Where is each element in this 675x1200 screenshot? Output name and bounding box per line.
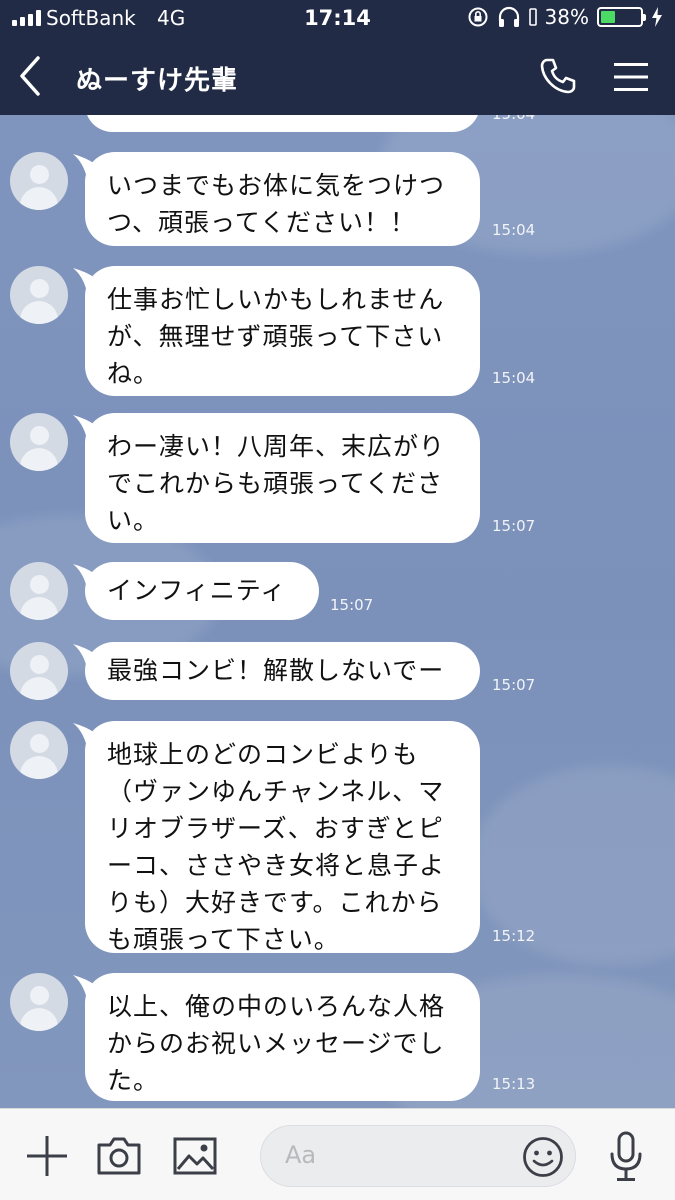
message-line: も頑張って下さい。	[107, 925, 340, 954]
top-bar: SoftBank 4G 17:14 38% ぬーすけ先輩	[0, 0, 675, 115]
avatar[interactable]	[10, 721, 68, 779]
message-line: （ヴァンゆんチャンネル、マ	[107, 777, 445, 806]
chat-title: ぬーすけ先輩	[76, 66, 239, 96]
message-time: 15:07	[492, 676, 536, 694]
message-time: 15:04	[492, 369, 536, 387]
message-line: りも）大好きです。これから	[107, 888, 443, 917]
message-time: 15:04	[492, 115, 535, 123]
message-time: 15:12	[492, 927, 536, 945]
bubble-tail	[73, 154, 107, 178]
message-time: 15:07	[492, 517, 536, 535]
message-bubble[interactable]: 最強コンビ！解散しないでー	[73, 642, 480, 700]
message-bubble[interactable]	[85, 115, 480, 132]
message-line: 仕事お忙しいかもしれません	[107, 285, 445, 314]
avatar[interactable]	[10, 413, 68, 471]
message-line: インフィニティ	[107, 576, 287, 605]
microphone-icon[interactable]	[608, 1131, 644, 1183]
message-line: 地球上のどのコンビよりも	[107, 740, 419, 769]
message-line: リオブラザーズ、おすぎとピ	[107, 814, 444, 843]
message-time: 15:07	[330, 596, 374, 614]
message-line: が、無理せず頑張って下さい	[107, 322, 444, 351]
bubble-tail	[73, 268, 107, 292]
message-bubble[interactable]: インフィニティ	[73, 562, 319, 620]
phone-icon[interactable]	[538, 56, 578, 96]
status-bar: SoftBank 4G 17:14 38%	[0, 0, 675, 38]
message-input[interactable]: Aa	[260, 1125, 576, 1187]
message-line: からのお祝いメッセージでし	[107, 1029, 445, 1058]
message-time: 15:13	[492, 1075, 536, 1093]
chat-area[interactable]: 15:04 いつまでもお体に気をつけつ つ、頑張ってください！！ 15:04 仕…	[0, 115, 675, 1108]
emoji-icon[interactable]	[521, 1135, 565, 1179]
message-line: つ、頑張ってください！！	[107, 208, 417, 237]
image-icon[interactable]	[173, 1136, 217, 1176]
status-right: 38%	[467, 5, 663, 29]
bubble-tail	[73, 564, 107, 588]
message-line: ーコ、ささやき女将と息子よ	[107, 851, 446, 880]
bubble-tail	[73, 644, 107, 668]
avatar[interactable]	[10, 562, 68, 620]
message-line: いつまでもお体に気をつけつ	[107, 171, 446, 200]
chat-header: ぬーすけ先輩	[0, 38, 675, 115]
avatar[interactable]	[10, 973, 68, 1031]
message-time: 15:04	[492, 221, 536, 239]
message-line: ね。	[107, 359, 160, 388]
message-input-placeholder: Aa	[285, 1141, 317, 1169]
message-line: わー凄い！八周年、末広がり	[107, 432, 446, 461]
plus-icon[interactable]	[26, 1135, 68, 1177]
message-bubble[interactable]: いつまでもお体に気をつけつ つ、頑張ってください！！	[73, 152, 480, 246]
message-bubble[interactable]: 仕事お忙しいかもしれません が、無理せず頑張って下さい ね。	[73, 266, 480, 396]
battery-percent: 38%	[544, 5, 589, 29]
rotation-lock-icon	[468, 7, 488, 27]
alarm-vibrate-icon	[528, 8, 537, 26]
bubble-tail	[73, 723, 107, 747]
message-input-bar: Aa	[0, 1108, 675, 1200]
avatar[interactable]	[10, 152, 68, 210]
headphones-icon	[498, 6, 519, 27]
message-bubble[interactable]: 地球上のどのコンビよりも （ヴァンゆんチャンネル、マ リオブラザーズ、おすぎとピ…	[73, 721, 480, 954]
battery-icon	[597, 7, 646, 27]
chevron-left-icon[interactable]	[14, 54, 46, 98]
hamburger-menu-icon[interactable]	[612, 60, 650, 94]
bubble-tail	[73, 415, 107, 439]
message-line: 最強コンビ！解散しないでー	[107, 656, 445, 685]
charging-bolt-icon	[652, 7, 662, 27]
camera-icon[interactable]	[96, 1136, 142, 1176]
message-bubble[interactable]: 以上、俺の中のいろんな人格 からのお祝いメッセージでし た。	[73, 973, 480, 1101]
message-bubble[interactable]: わー凄い！八周年、末広がり でこれからも頑張ってくださ い。	[73, 413, 480, 543]
avatar[interactable]	[10, 642, 68, 700]
message-line: た。	[107, 1066, 160, 1095]
message-line: でこれからも頑張ってくださ	[107, 469, 444, 498]
message-line: い。	[107, 506, 160, 535]
avatar[interactable]	[10, 266, 68, 324]
bubble-tail	[73, 975, 107, 999]
message-line: 以上、俺の中のいろんな人格	[107, 992, 446, 1021]
